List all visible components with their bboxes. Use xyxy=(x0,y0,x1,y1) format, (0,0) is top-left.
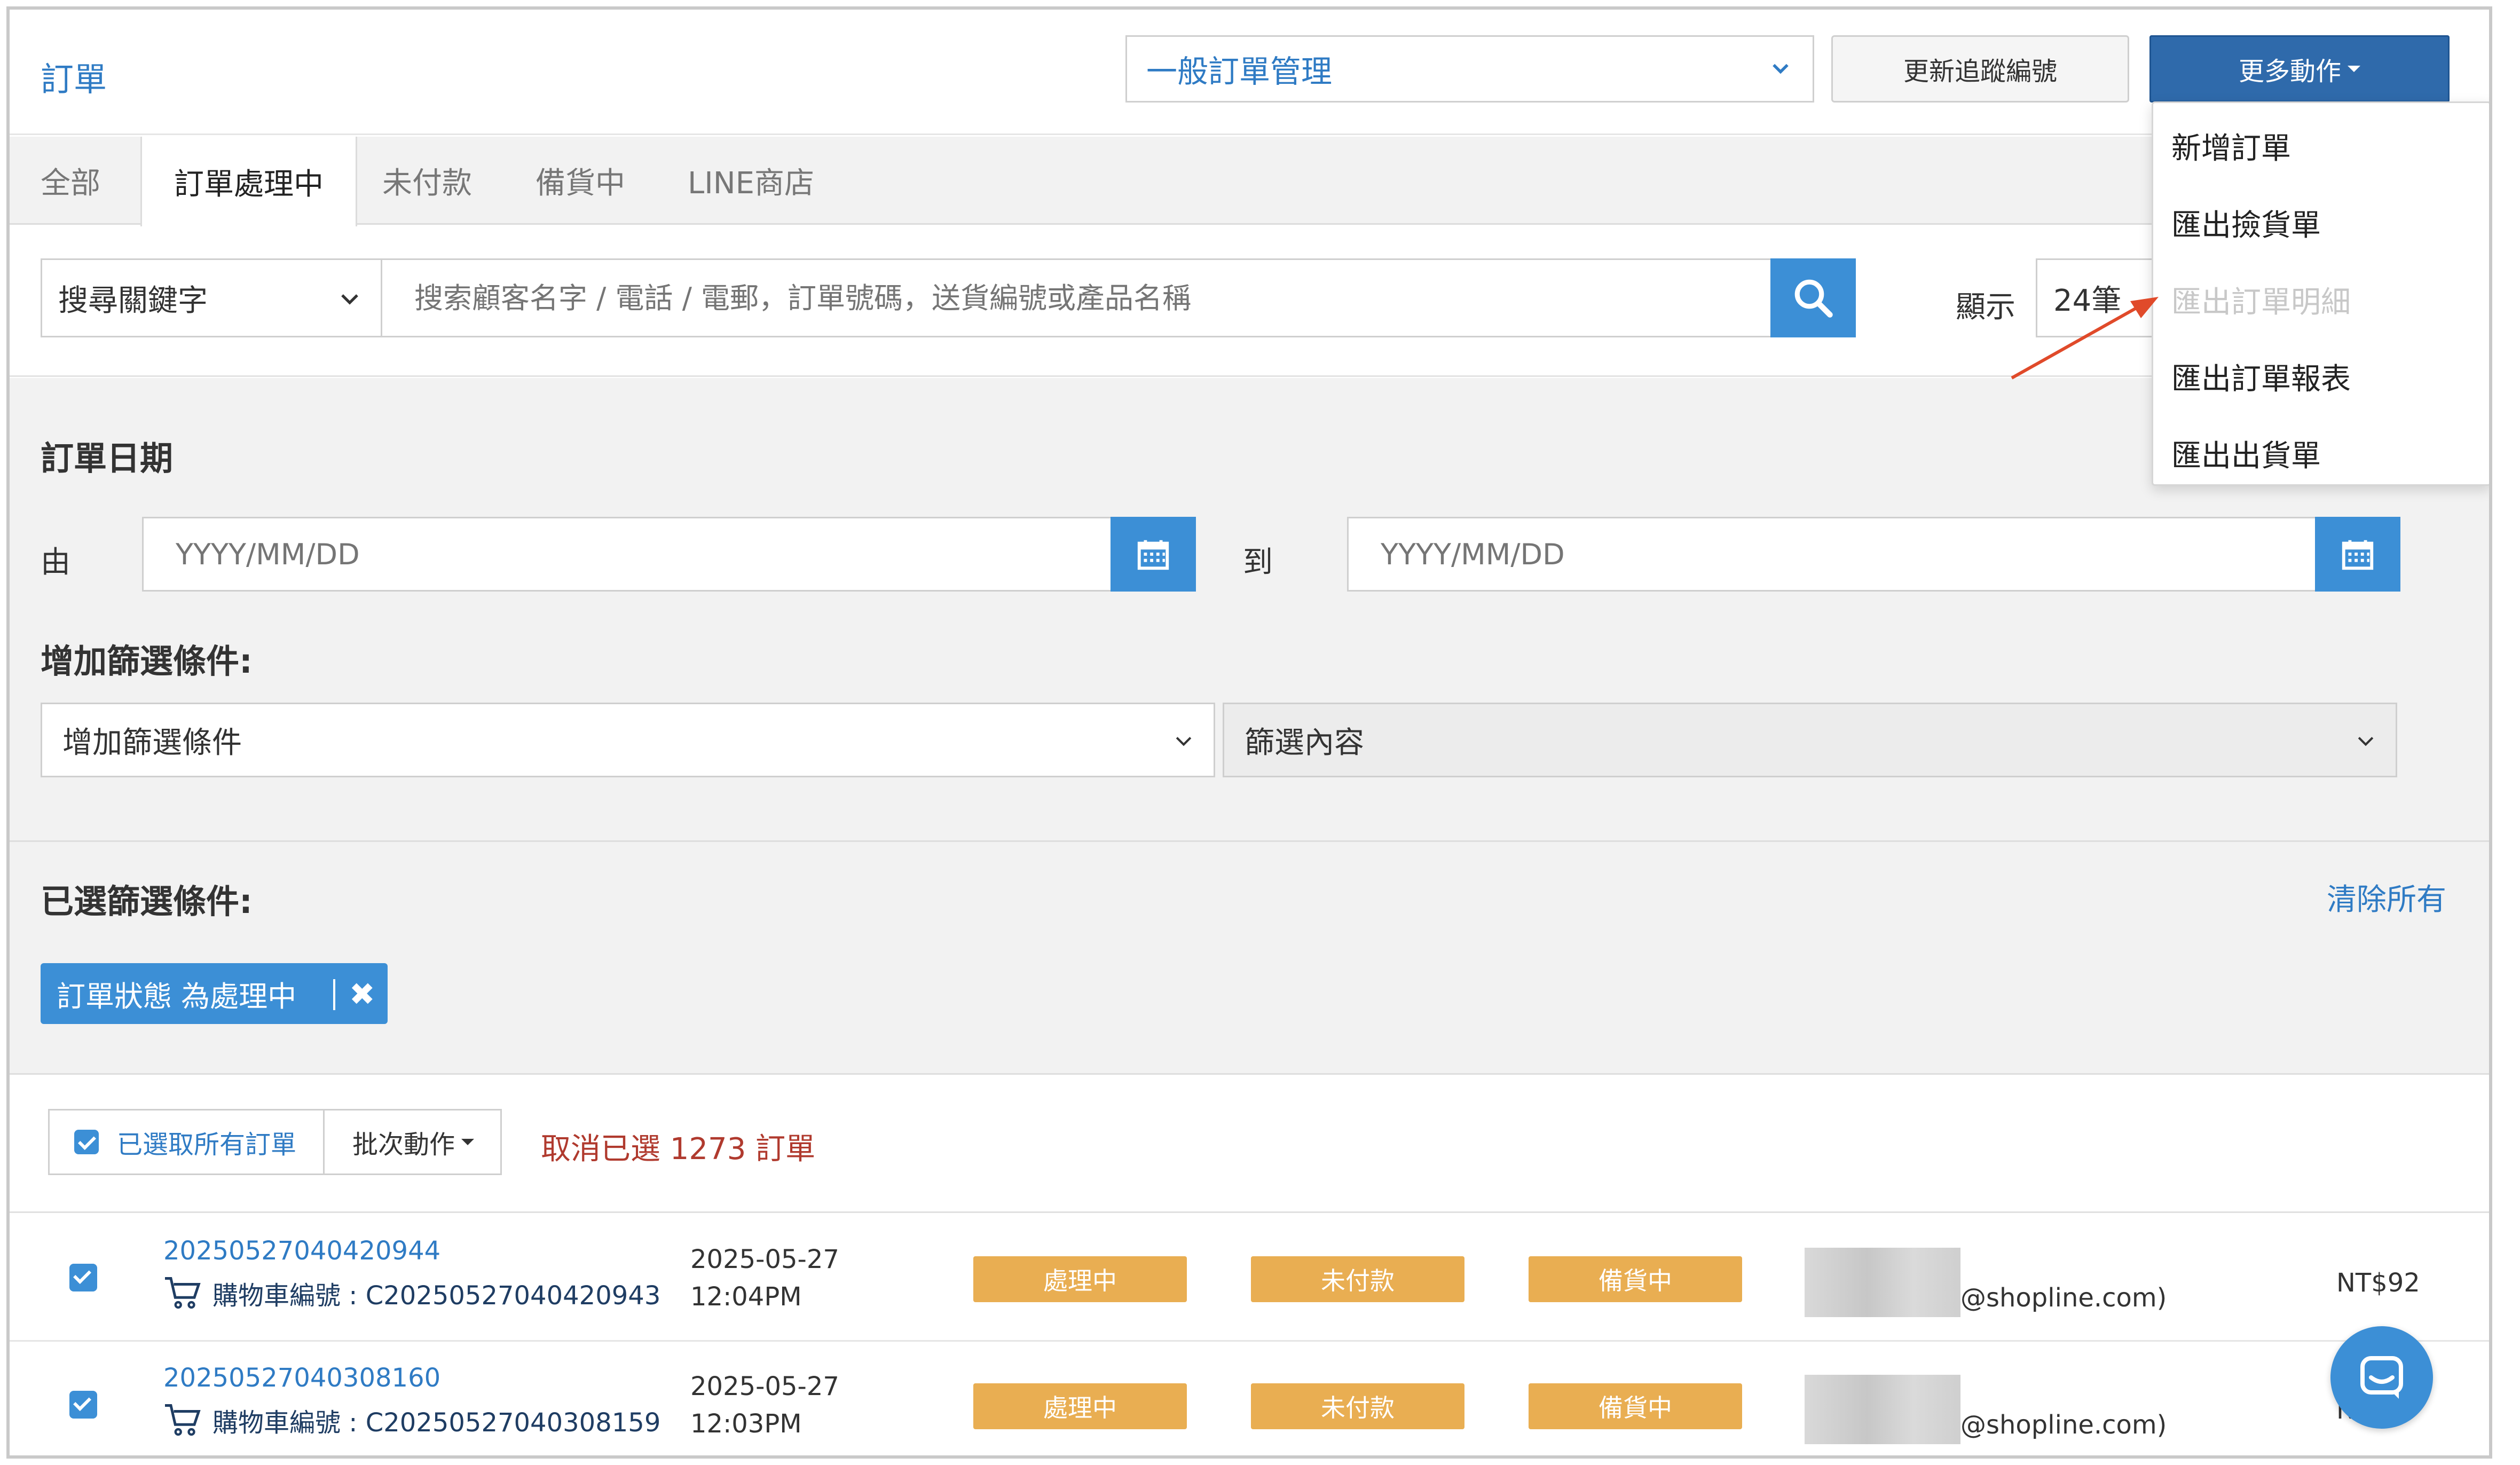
chevron-down-icon xyxy=(1773,64,1789,74)
caret-down-icon xyxy=(461,1139,474,1145)
cart-number-label: 購物車編號 : C20250527040308159 xyxy=(212,1408,661,1438)
batch-button-group: 已選取所有訂單 批次動作 xyxy=(48,1109,502,1175)
caret-down-icon xyxy=(2348,66,2360,72)
order-amount: NT$92 xyxy=(2336,1268,2420,1298)
chip-separator xyxy=(333,979,335,1010)
order-date-heading: 訂單日期 xyxy=(41,439,174,478)
keyword-select[interactable]: 搜尋關鍵字 xyxy=(41,258,382,337)
chevron-down-icon xyxy=(341,294,358,305)
cart-number: 購物車編號 : C20250527040420943 xyxy=(163,1274,660,1312)
cart-icon xyxy=(165,1404,201,1436)
order-time: 12:03PM xyxy=(690,1409,802,1439)
tab-line-store[interactable]: LINE商店 xyxy=(688,137,814,225)
delivery-badge: 備貨中 xyxy=(1529,1383,1742,1429)
status-badge: 處理中 xyxy=(973,1383,1187,1429)
add-filter-heading: 增加篩選條件: xyxy=(41,642,253,681)
cart-number-label: 購物車編號 : C20250527040420943 xyxy=(212,1281,661,1311)
filter-chip-label: 訂單狀態 為處理中 xyxy=(57,979,297,1013)
chat-icon xyxy=(2360,1356,2403,1399)
search-input[interactable] xyxy=(381,258,1774,337)
tab-unpaid[interactable]: 未付款 xyxy=(382,137,472,225)
table-row: 20250527040308160 購物車編號 : C2025052704030… xyxy=(10,1342,2489,1455)
menu-item-export-picking[interactable]: 匯出撿貨單 xyxy=(2171,201,2321,245)
chevron-down-icon xyxy=(1176,737,1192,746)
order-number-link[interactable]: 20250527040420944 xyxy=(163,1236,440,1266)
more-actions-button[interactable]: 更多動作 xyxy=(2149,35,2450,103)
to-date-input[interactable] xyxy=(1347,517,2319,592)
to-label: 到 xyxy=(1243,545,1273,580)
row-checkbox[interactable] xyxy=(69,1391,97,1419)
search-icon xyxy=(1794,279,1833,318)
order-management-select[interactable]: 一般訂單管理 xyxy=(1125,35,1814,103)
from-calendar-button[interactable] xyxy=(1111,517,1196,592)
filter-panel: 訂單日期 由 到 增加篩選條件: 增加篩選條件 篩選內容 已選篩選條件: 清除所… xyxy=(10,378,2489,1073)
chevron-down-icon xyxy=(2358,737,2374,746)
tab-preparing[interactable]: 備貨中 xyxy=(536,137,625,225)
order-time: 12:04PM xyxy=(690,1282,802,1312)
from-label: 由 xyxy=(41,545,70,580)
select-all-orders-button[interactable]: 已選取所有訂單 xyxy=(50,1110,325,1173)
filter-content-value: 篩選內容 xyxy=(1245,725,1364,760)
clear-all-link[interactable]: 清除所有 xyxy=(2327,876,2446,919)
blurred-customer xyxy=(1805,1248,1960,1317)
filter-divider xyxy=(10,840,2489,842)
from-date-input[interactable] xyxy=(142,517,1114,592)
filter-content-select[interactable]: 篩選內容 xyxy=(1223,703,2397,777)
order-date: 2025-05-27 xyxy=(690,1245,839,1274)
add-filter-select[interactable]: 增加篩選條件 xyxy=(41,703,1215,777)
menu-item-export-report[interactable]: 匯出訂單報表 xyxy=(2171,355,2351,398)
batch-action-label: 批次動作 xyxy=(352,1130,455,1160)
batch-action-button[interactable]: 批次動作 xyxy=(326,1110,500,1173)
selected-filters-heading: 已選篩選條件: xyxy=(41,882,253,921)
customer-email: @shopline.com) xyxy=(1960,1283,2167,1313)
menu-item-new-order[interactable]: 新增訂單 xyxy=(2171,124,2291,168)
cart-number: 購物車編號 : C20250527040308159 xyxy=(163,1401,660,1439)
payment-badge: 未付款 xyxy=(1251,1383,1464,1429)
to-calendar-button[interactable] xyxy=(2315,517,2400,592)
calendar-icon xyxy=(2342,540,2374,570)
delivery-badge: 備貨中 xyxy=(1529,1256,1742,1302)
table-row: 20250527040420944 購物車編號 : C2025052704042… xyxy=(10,1215,2489,1342)
status-badge: 處理中 xyxy=(973,1256,1187,1302)
chat-button[interactable] xyxy=(2330,1326,2433,1429)
app-window: 訂單 一般訂單管理 更新追蹤編號 更多動作 全部 訂單處理中 未付款 備貨中 L… xyxy=(6,6,2492,1459)
add-filter-value: 增加篩選條件 xyxy=(62,725,242,760)
customer-email: @shopline.com) xyxy=(1960,1410,2167,1440)
more-actions-label: 更多動作 xyxy=(2238,57,2341,86)
cart-icon xyxy=(165,1277,201,1309)
search-button[interactable] xyxy=(1770,258,1856,337)
batch-action-row: 已選取所有訂單 批次動作 取消已選 1273 訂單 xyxy=(10,1073,2489,1213)
calendar-icon xyxy=(1137,540,1169,570)
page-title: 訂單 xyxy=(41,60,107,99)
tab-all[interactable]: 全部 xyxy=(41,137,100,225)
menu-item-export-shipping[interactable]: 匯出出貨單 xyxy=(2171,432,2321,475)
keyword-select-value: 搜尋關鍵字 xyxy=(58,283,208,318)
payment-badge: 未付款 xyxy=(1251,1256,1464,1302)
update-tracking-button[interactable]: 更新追蹤編號 xyxy=(1831,35,2129,103)
tab-processing[interactable]: 訂單處理中 xyxy=(140,137,357,226)
menu-item-export-details: 匯出訂單明細 xyxy=(2171,285,2351,320)
tab-bar: 全部 訂單處理中 未付款 備貨中 LINE商店 xyxy=(10,137,2489,226)
order-number-link[interactable]: 20250527040308160 xyxy=(163,1363,440,1393)
checkbox-icon xyxy=(74,1130,99,1154)
order-management-value: 一般訂單管理 xyxy=(1146,53,1333,90)
annotation-arrow-icon xyxy=(2011,297,2159,380)
row-checkbox[interactable] xyxy=(69,1264,97,1291)
page-header: 訂單 一般訂單管理 更新追蹤編號 更多動作 xyxy=(10,10,2489,135)
update-tracking-label: 更新追蹤編號 xyxy=(1903,57,2057,86)
cancel-selection-link[interactable]: 取消已選 1273 訂單 xyxy=(541,1125,815,1168)
order-date: 2025-05-27 xyxy=(690,1372,839,1401)
close-icon[interactable]: ✖ xyxy=(349,976,375,1012)
blurred-customer xyxy=(1805,1375,1960,1444)
select-all-orders-label: 已選取所有訂單 xyxy=(117,1130,297,1160)
filter-chip-status: 訂單狀態 為處理中 ✖ xyxy=(41,963,388,1024)
more-actions-menu: 新增訂單 匯出撿貨單 匯出訂單明細 匯出訂單報表 匯出出貨單 xyxy=(2152,101,2489,486)
